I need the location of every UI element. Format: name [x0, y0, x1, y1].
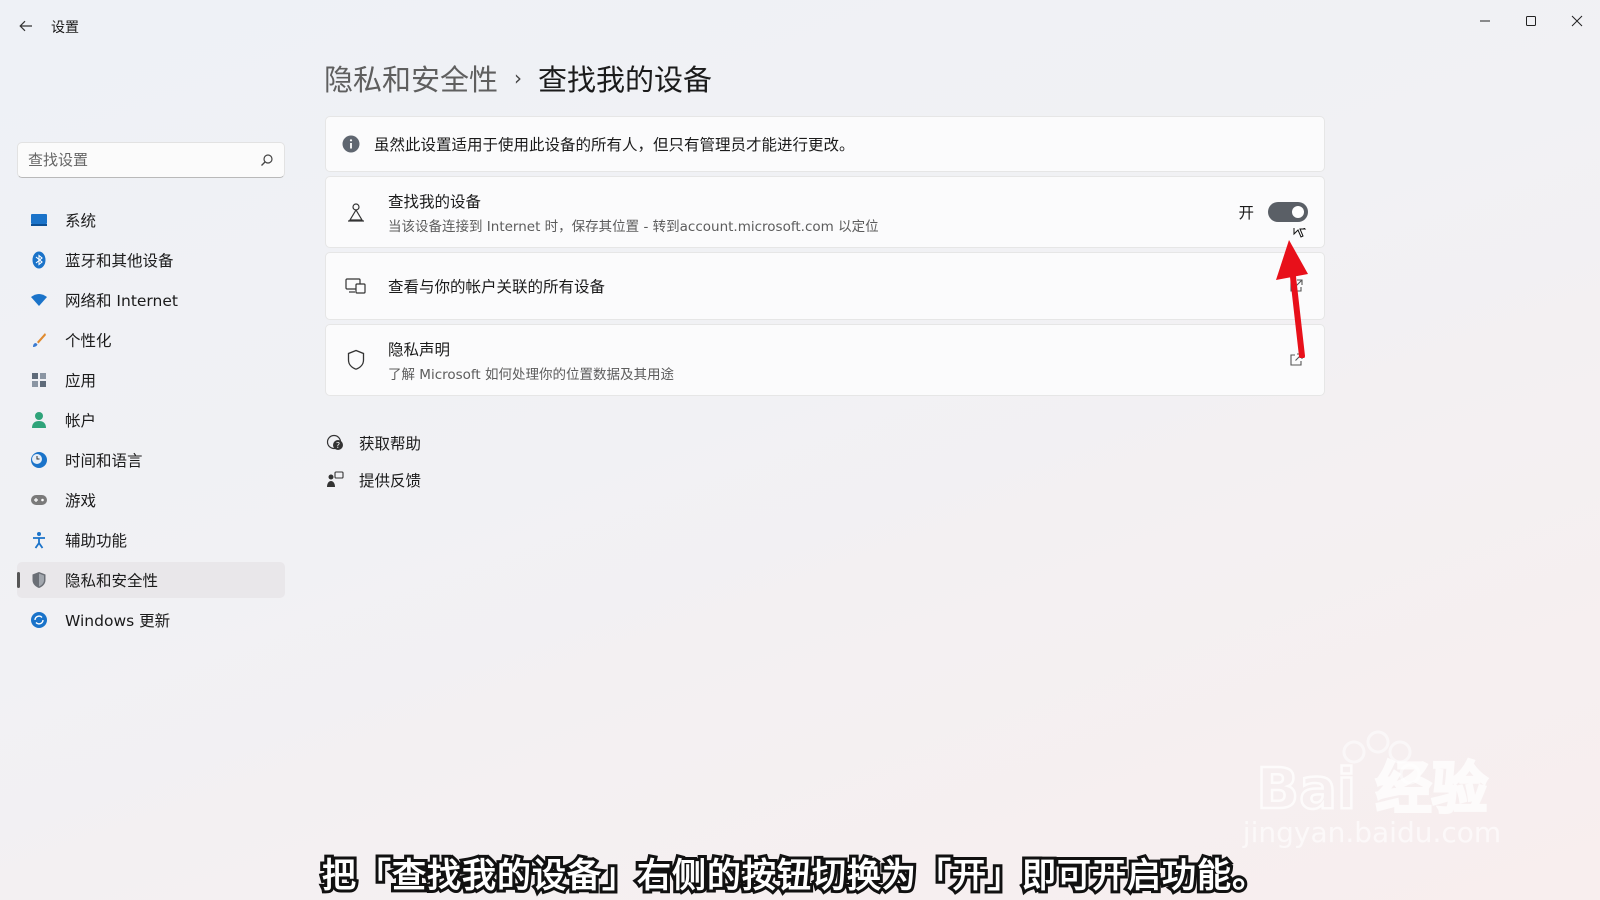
- sidebar-item-label: 网络和 Internet: [65, 292, 178, 310]
- close-icon: [1571, 15, 1583, 27]
- linked-devices-card[interactable]: 查看与你的帐户关联的所有设备: [325, 252, 1325, 320]
- find-my-device-toggle[interactable]: [1268, 202, 1308, 222]
- svg-text:?: ?: [336, 441, 340, 450]
- privacy-statement-title: 隐私声明: [388, 340, 451, 359]
- sidebar-item-personalization[interactable]: 个性化: [17, 322, 285, 358]
- red-arrow-annotation: [1276, 228, 1308, 358]
- devices-icon: [344, 274, 368, 298]
- minimize-button[interactable]: [1462, 6, 1508, 36]
- privacy-statement-subtitle: 了解 Microsoft 如何处理你的位置数据及其用途: [388, 366, 675, 383]
- find-my-device-title: 查找我的设备: [388, 192, 482, 211]
- wifi-icon: [29, 290, 49, 310]
- back-button[interactable]: [14, 14, 38, 38]
- gamepad-icon: [29, 490, 49, 510]
- account-icon: [29, 410, 49, 430]
- sidebar-item-accounts[interactable]: 帐户: [17, 402, 285, 438]
- sidebar-item-privacy-security[interactable]: 隐私和安全性: [17, 562, 285, 598]
- app-title: 设置: [51, 20, 79, 36]
- sidebar-item-time-language[interactable]: 时间和语言: [17, 442, 285, 478]
- person-location-icon: [344, 200, 368, 224]
- brush-icon: [29, 330, 49, 350]
- info-banner-text: 虽然此设置适用于使用此设备的所有人，但只有管理员才能进行更改。: [374, 136, 855, 154]
- sidebar-item-system[interactable]: 系统: [17, 202, 285, 238]
- sidebar-item-label: Windows 更新: [65, 612, 171, 630]
- sidebar-item-label: 系统: [65, 212, 97, 230]
- sidebar-item-windows-update[interactable]: Windows 更新: [17, 602, 285, 638]
- mouse-cursor-icon: [1293, 228, 1307, 238]
- shield-outline-icon: [344, 348, 368, 372]
- apps-icon: [29, 370, 49, 390]
- sidebar-item-label: 时间和语言: [65, 452, 143, 470]
- sidebar-item-apps[interactable]: 应用: [17, 362, 285, 398]
- title-bar: 设置: [0, 0, 1600, 52]
- maximize-button[interactable]: [1508, 6, 1554, 36]
- give-feedback-link[interactable]: 提供反馈: [325, 468, 421, 492]
- sidebar-item-label: 游戏: [65, 492, 97, 510]
- tutorial-caption: 把「查找我的设备」右侧的按钮切换为「开」即可开启功能。: [319, 853, 1269, 899]
- breadcrumb: 隐私和安全性 › 查找我的设备: [324, 58, 712, 98]
- toggle-state-label: 开: [1238, 204, 1254, 222]
- feedback-icon: [325, 470, 345, 490]
- sidebar-item-label: 帐户: [65, 412, 97, 430]
- sidebar-item-network[interactable]: 网络和 Internet: [17, 282, 285, 318]
- breadcrumb-separator: ›: [514, 66, 523, 90]
- find-my-device-card: 查找我的设备 当该设备连接到 Internet 时，保存其位置 - 转到acco…: [325, 176, 1325, 248]
- minimize-icon: [1480, 20, 1490, 22]
- sidebar-item-label: 蓝牙和其他设备: [65, 252, 174, 270]
- find-my-device-toggle-group: 开: [1238, 201, 1308, 223]
- bluetooth-icon: [29, 250, 49, 270]
- search-icon[interactable]: [260, 153, 274, 167]
- baidu-jingyan-watermark: Bai 经验 jingyan.baidu.com: [1242, 730, 1501, 849]
- page-title: 查找我的设备: [538, 63, 713, 97]
- settings-search-input[interactable]: [28, 151, 260, 169]
- get-help-link[interactable]: ? 获取帮助: [325, 431, 421, 455]
- get-help-label: 获取帮助: [359, 435, 422, 453]
- sidebar-item-bluetooth[interactable]: 蓝牙和其他设备: [17, 242, 285, 278]
- watermark-brand: Bai 经验: [1256, 757, 1487, 822]
- monitor-icon: [29, 210, 49, 230]
- sidebar-item-label: 应用: [65, 372, 97, 390]
- shield-icon: [29, 570, 49, 590]
- breadcrumb-parent-link[interactable]: 隐私和安全性: [324, 57, 498, 99]
- settings-search-box[interactable]: [17, 142, 285, 178]
- info-icon: [342, 135, 360, 153]
- close-button[interactable]: [1554, 6, 1600, 36]
- give-feedback-label: 提供反馈: [359, 472, 422, 490]
- sidebar-item-label: 个性化: [65, 332, 112, 350]
- clock-globe-icon: [29, 450, 49, 470]
- help-icon: ?: [325, 433, 345, 453]
- accessibility-icon: [29, 530, 49, 550]
- sidebar-item-gaming[interactable]: 游戏: [17, 482, 285, 518]
- privacy-statement-card[interactable]: 隐私声明 了解 Microsoft 如何处理你的位置数据及其用途: [325, 324, 1325, 396]
- sidebar-item-label: 隐私和安全性: [65, 572, 159, 590]
- back-arrow-icon: [19, 20, 32, 32]
- maximize-icon: [1526, 16, 1536, 26]
- linked-devices-title: 查看与你的帐户关联的所有设备: [388, 278, 606, 296]
- watermark-url: jingyan.baidu.com: [1242, 816, 1501, 849]
- sidebar-item-accessibility[interactable]: 辅助功能: [17, 522, 285, 558]
- sidebar-item-label: 辅助功能: [65, 532, 128, 550]
- admin-info-banner: 虽然此设置适用于使用此设备的所有人，但只有管理员才能进行更改。: [325, 116, 1325, 172]
- update-icon: [29, 610, 49, 630]
- find-my-device-subtitle: 当该设备连接到 Internet 时，保存其位置 - 转到account.mic…: [388, 218, 879, 235]
